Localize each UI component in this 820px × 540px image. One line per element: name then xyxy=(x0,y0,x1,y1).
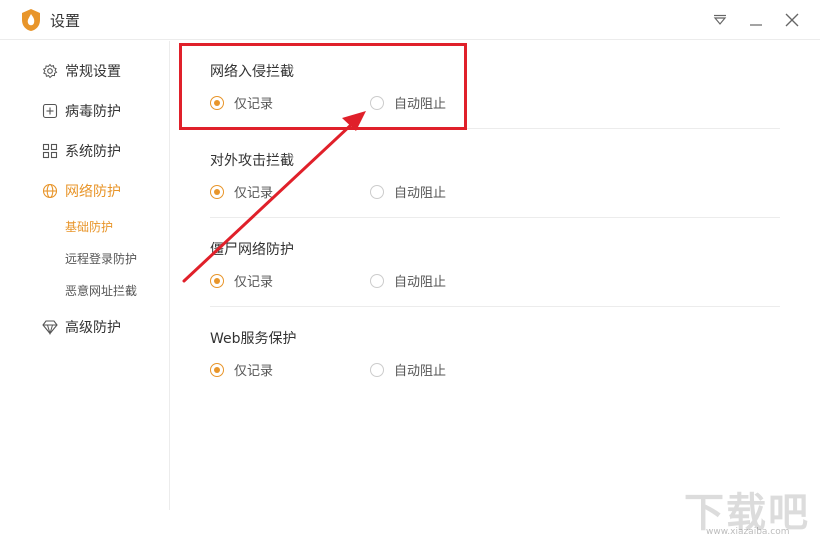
section-title: 网络入侵拦截 xyxy=(210,64,294,80)
radio-label: 仅记录 xyxy=(234,97,274,112)
radio-checked[interactable] xyxy=(210,273,224,288)
radio-checked[interactable] xyxy=(210,362,224,377)
radio-label: 自动阻止 xyxy=(394,364,447,379)
sidebar-item-system[interactable]: 系统防护 xyxy=(42,140,121,162)
divider xyxy=(210,217,780,218)
radio-label: 自动阻止 xyxy=(394,275,447,290)
dropdown-menu-icon xyxy=(713,14,727,25)
sidebar-subitem-remote-login[interactable]: 远程登录防护 xyxy=(65,250,137,267)
sidebar-item-virus[interactable]: 病毒防护 xyxy=(42,100,121,122)
sidebar-item-label: 常规设置 xyxy=(65,64,121,80)
radio-label: 自动阻止 xyxy=(394,186,447,201)
section-title: Web服务保护 xyxy=(210,331,297,347)
radio-unchecked[interactable] xyxy=(370,362,384,377)
sidebar-item-label: 网络防护 xyxy=(65,184,121,200)
minimize-icon xyxy=(750,24,762,26)
plus-square-icon xyxy=(42,103,58,119)
divider xyxy=(210,128,780,129)
gear-icon xyxy=(42,63,58,79)
radio-label: 仅记录 xyxy=(234,186,274,201)
settings-panel: 网络入侵拦截 仅记录 自动阻止 对外攻击拦截 仅记录 自动阻止 僵尸网络防护 仅… xyxy=(170,41,820,540)
radio-unchecked[interactable] xyxy=(370,184,384,199)
watermark-url: www.xiazaiba.com xyxy=(706,527,790,537)
close-icon xyxy=(785,13,799,27)
radio-label: 自动阻止 xyxy=(394,97,447,112)
radio-unchecked[interactable] xyxy=(370,95,384,110)
radio-log-only[interactable]: 仅记录 xyxy=(210,182,273,201)
radio-auto-block[interactable]: 自动阻止 xyxy=(370,360,446,379)
radio-log-only[interactable]: 仅记录 xyxy=(210,271,273,290)
radio-checked[interactable] xyxy=(210,95,224,110)
radio-log-only[interactable]: 仅记录 xyxy=(210,93,273,112)
sidebar-subitem-malicious-url[interactable]: 恶意网址拦截 xyxy=(65,282,137,299)
minimize-button[interactable] xyxy=(744,8,768,32)
divider xyxy=(210,306,780,307)
sidebar-item-advanced[interactable]: 高级防护 xyxy=(42,316,121,338)
grid-icon xyxy=(42,143,58,159)
radio-checked[interactable] xyxy=(210,184,224,199)
sidebar-subitem-basic[interactable]: 基础防护 xyxy=(65,218,113,235)
window-title: 设置 xyxy=(50,12,81,30)
section-title: 对外攻击拦截 xyxy=(210,153,294,169)
dropdown-menu-button[interactable] xyxy=(708,8,732,32)
radio-auto-block[interactable]: 自动阻止 xyxy=(370,182,446,201)
sidebar-item-label: 病毒防护 xyxy=(65,104,121,120)
sidebar: 常规设置 病毒防护 系统防护 网络防护 基础防护 远程登录防护 恶意网址拦截 高… xyxy=(0,41,170,510)
radio-unchecked[interactable] xyxy=(370,273,384,288)
sidebar-item-label: 高级防护 xyxy=(65,320,121,336)
title-bar: 设置 xyxy=(0,0,820,40)
section-title: 僵尸网络防护 xyxy=(210,242,294,258)
radio-label: 仅记录 xyxy=(234,364,274,379)
close-button[interactable] xyxy=(780,8,804,32)
sidebar-item-network[interactable]: 网络防护 xyxy=(42,180,121,202)
diamond-icon xyxy=(42,320,58,335)
radio-log-only[interactable]: 仅记录 xyxy=(210,360,273,379)
radio-label: 仅记录 xyxy=(234,275,274,290)
radio-auto-block[interactable]: 自动阻止 xyxy=(370,271,446,290)
app-logo-icon xyxy=(22,9,40,31)
radio-auto-block[interactable]: 自动阻止 xyxy=(370,93,446,112)
sidebar-item-general[interactable]: 常规设置 xyxy=(42,60,121,82)
globe-icon xyxy=(42,183,58,199)
sidebar-item-label: 系统防护 xyxy=(65,144,121,160)
